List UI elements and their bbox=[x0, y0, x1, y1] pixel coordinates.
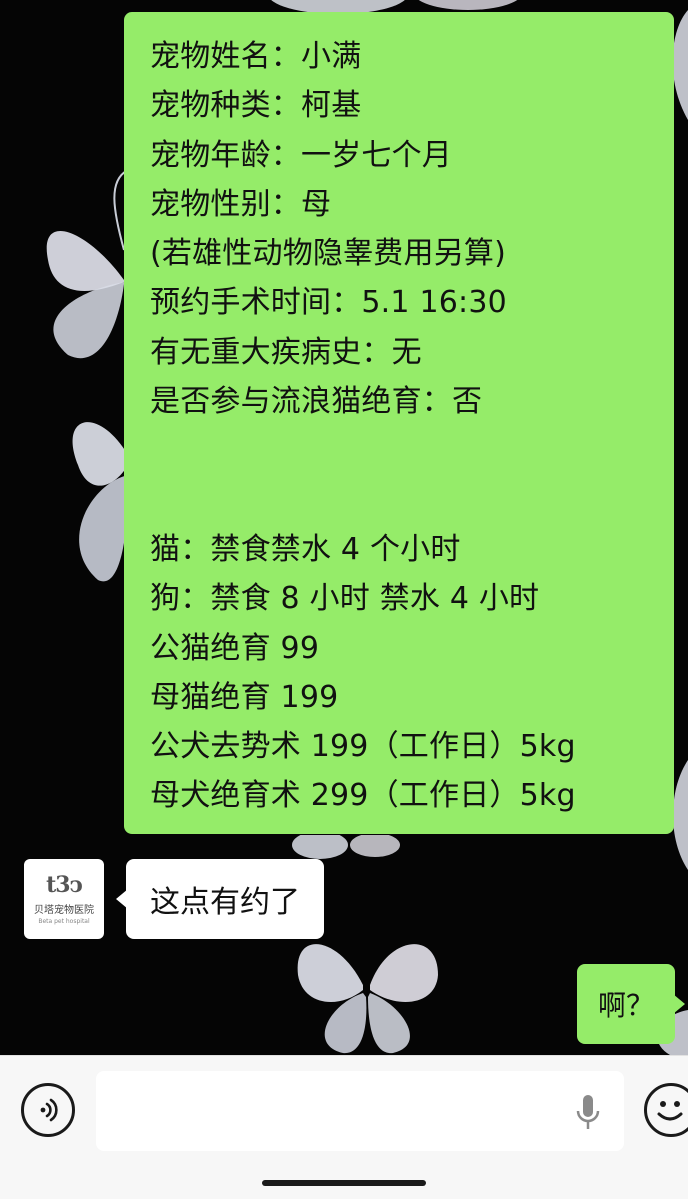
message-line: 宠物年龄：一岁七个月 bbox=[150, 137, 452, 173]
home-indicator[interactable] bbox=[262, 1180, 426, 1186]
butterfly-decoration-icon bbox=[72, 422, 128, 582]
avatar-name-en: Beta pet hospital bbox=[38, 918, 90, 925]
message-bubble-received[interactable]: 这点有约了 bbox=[116, 859, 324, 939]
message-line: 是否参与流浪猫绝育：否 bbox=[150, 384, 483, 420]
chat-area[interactable]: 宠物姓名：小满 宠物种类：柯基 宠物年龄：一岁七个月 宠物性别：母 (若雄性动物… bbox=[0, 0, 688, 1055]
bubble-tail bbox=[673, 994, 685, 1014]
message-text: 这点有约了 bbox=[150, 885, 300, 920]
hospital-logo-icon: t3ↄ bbox=[46, 872, 83, 898]
message-line: 有无重大疾病史：无 bbox=[150, 334, 422, 370]
message-text: 啊？ bbox=[597, 989, 654, 1022]
message-line: 母犬绝育术 299（工作日）5kg bbox=[150, 778, 576, 814]
message-bubble-sent[interactable]: 宠物姓名：小满 宠物种类：柯基 宠物年龄：一岁七个月 宠物性别：母 (若雄性动物… bbox=[124, 12, 674, 834]
avatar-name: 贝塔宠物医院 bbox=[34, 905, 94, 916]
voice-toggle-button[interactable] bbox=[21, 1083, 75, 1137]
message-line: 公犬去势术 199（工作日）5kg bbox=[150, 729, 576, 765]
voice-wave-icon bbox=[40, 1098, 58, 1122]
emoji-button[interactable] bbox=[644, 1083, 688, 1137]
message-bubble-sent[interactable]: 啊？ bbox=[577, 964, 685, 1044]
message-line: 宠物种类：柯基 bbox=[150, 88, 362, 124]
butterfly-decoration-icon bbox=[46, 170, 128, 359]
message-line: 猫：禁食禁水 4 个小时 bbox=[150, 531, 461, 567]
microphone-icon[interactable] bbox=[574, 1093, 602, 1133]
message-line: 宠物姓名：小满 bbox=[150, 39, 362, 74]
message-line: 狗：禁食 8 小时 禁水 4 小时 bbox=[150, 581, 540, 617]
bubble-tail bbox=[116, 889, 128, 909]
message-line: 宠物性别：母 bbox=[150, 186, 332, 222]
message-line: 预约手术时间：5.1 16:30 bbox=[150, 285, 507, 321]
message-line: 母猫绝育 199 bbox=[150, 679, 339, 715]
contact-avatar[interactable]: t3ↄ 贝塔宠物医院 Beta pet hospital bbox=[24, 859, 104, 939]
message-line: 公猫绝育 99 bbox=[150, 630, 320, 666]
message-line: (若雄性动物隐睾费用另算) bbox=[150, 236, 507, 272]
message-input[interactable] bbox=[96, 1071, 624, 1151]
emoji-smile-icon bbox=[657, 1101, 683, 1121]
message-gap bbox=[150, 426, 674, 525]
